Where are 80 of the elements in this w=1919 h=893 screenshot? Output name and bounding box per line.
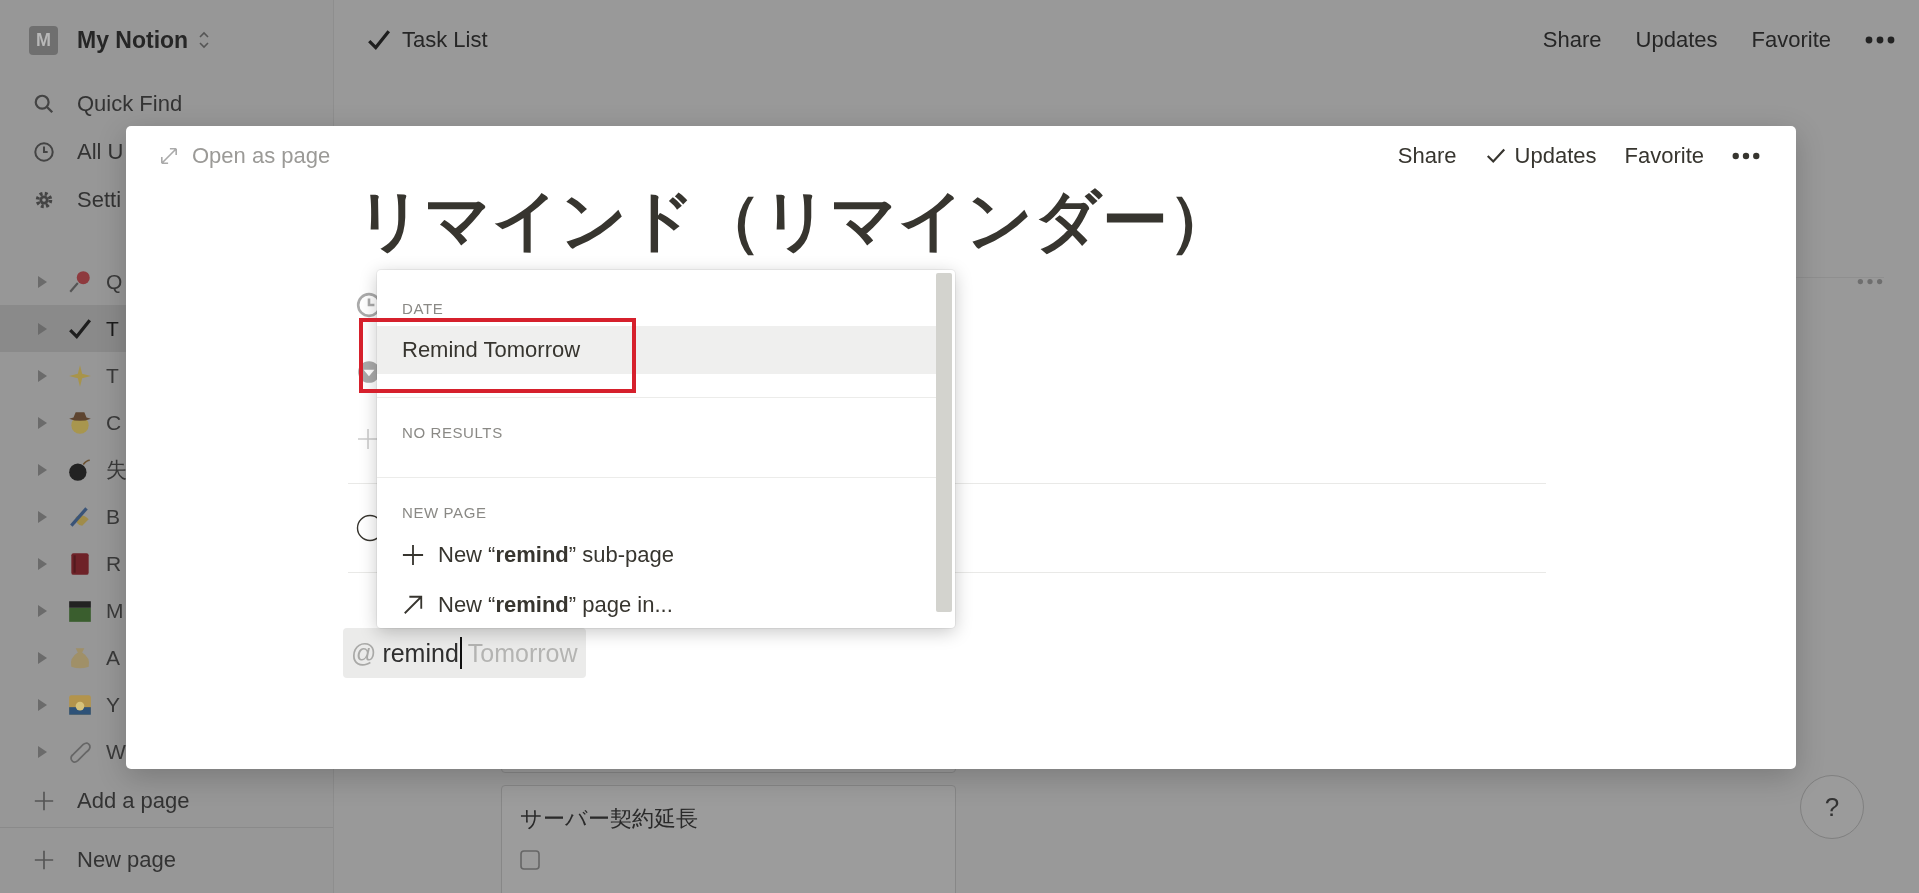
sidebar-page-item[interactable]: C [0, 399, 333, 446]
chevron-icon[interactable] [198, 30, 211, 50]
expand-arrow-icon[interactable] [37, 604, 47, 617]
plus-icon [402, 544, 424, 566]
section-heading: NEW PAGE [401, 502, 488, 523]
checkbox-icon[interactable] [520, 850, 540, 870]
page-title[interactable]: R [106, 551, 122, 576]
expand-arrow-icon[interactable] [37, 745, 47, 758]
sidebar-page-item[interactable]: B [0, 493, 333, 540]
modal-action[interactable]: Favorite [1624, 143, 1704, 169]
plus-icon[interactable] [33, 849, 55, 871]
scrollbar[interactable] [936, 273, 952, 612]
help-button[interactable]: ? [1800, 775, 1864, 839]
board-card[interactable]: サーバー契約延長 [501, 785, 956, 893]
sidebar-page-item[interactable]: A [0, 634, 333, 681]
search-icon[interactable] [33, 93, 55, 115]
workspace-badge: M [29, 25, 58, 55]
page-title[interactable]: Task List [402, 27, 488, 53]
sidebar-page-item[interactable]: 失 [0, 446, 333, 493]
expand-arrow-icon[interactable] [37, 651, 47, 664]
bomb-icon [67, 456, 93, 483]
page-title[interactable]: 失 [106, 455, 127, 484]
section-heading: DATE [401, 298, 445, 319]
section-heading: NO RESULTS [401, 422, 504, 443]
sidebar-page-item[interactable]: M [0, 587, 333, 634]
checkmark-icon [366, 27, 392, 53]
sidebar-page-item[interactable]: W [0, 728, 333, 775]
page-title[interactable]: C [106, 410, 122, 435]
sidebar-nav-item[interactable]: Setti [77, 187, 122, 213]
card-title: サーバー契約延長 [520, 805, 699, 833]
text-cursor [459, 637, 462, 669]
menu-item[interactable]: New “remind” page in... [377, 580, 936, 628]
sidebar-page-item[interactable]: Y [0, 681, 333, 728]
page-title[interactable]: W [106, 739, 126, 764]
page-title[interactable]: M [106, 598, 124, 623]
more-icon[interactable] [1865, 36, 1895, 44]
page-heading[interactable]: リマインド（リマインダー） [356, 180, 1234, 260]
pin-icon [67, 268, 93, 295]
hat-figure-icon [67, 409, 93, 436]
typed-text: remind [382, 638, 459, 668]
expand-arrow-icon[interactable] [37, 510, 47, 523]
page-title[interactable]: Q [106, 269, 123, 294]
at-sign: @ [351, 638, 377, 668]
open-as-page-link[interactable]: Open as page [192, 143, 331, 169]
expand-arrow-icon[interactable] [37, 463, 47, 476]
plus-icon[interactable] [33, 790, 55, 812]
sidebar-page-item[interactable]: Q [0, 258, 333, 305]
expand-arrow-icon[interactable] [37, 557, 47, 570]
expand-arrow-icon[interactable] [37, 322, 47, 335]
page-title[interactable]: B [106, 504, 120, 529]
arrow-icon [402, 594, 424, 616]
page-title[interactable]: A [106, 645, 120, 670]
modal-action[interactable]: Share [1397, 143, 1457, 169]
settings-icon[interactable] [33, 189, 55, 211]
topbar-action[interactable]: Share [1542, 27, 1602, 53]
page-title[interactable]: Y [106, 692, 120, 717]
topbar-action[interactable]: Updates [1635, 27, 1718, 53]
more-icon[interactable] [1732, 152, 1760, 160]
menu-item[interactable]: New “remind” sub-page [377, 530, 936, 580]
expand-arrow-icon[interactable] [37, 369, 47, 382]
workspace-name[interactable]: My Notion [77, 26, 189, 54]
new-page-button[interactable]: New page [77, 847, 177, 873]
page-title[interactable]: T [106, 363, 119, 388]
menu-item[interactable]: Remind Tomorrow [377, 326, 936, 374]
topbar-action[interactable]: Favorite [1751, 27, 1831, 53]
expand-arrow-icon[interactable] [37, 698, 47, 711]
autocomplete-hint: Tomorrow [467, 638, 578, 668]
sidebar-page-item[interactable]: T [0, 352, 333, 399]
sidebar-page-item[interactable]: R [0, 540, 333, 587]
sidebar-nav-item[interactable]: Quick Find [77, 91, 183, 117]
sidebar-nav-item[interactable]: All U [77, 139, 124, 165]
expand-arrow-icon[interactable] [37, 416, 47, 429]
page-title[interactable]: T [106, 316, 119, 341]
clock-icon[interactable] [33, 141, 55, 163]
expand-arrow-icon[interactable] [37, 275, 47, 288]
expand-icon[interactable] [160, 147, 178, 165]
add-page-link[interactable]: Add a page [77, 788, 190, 814]
mention-input[interactable]: @ remind Tomorrow [343, 628, 586, 678]
plus-icon [356, 427, 380, 451]
modal-action[interactable]: Updates [1514, 143, 1597, 169]
